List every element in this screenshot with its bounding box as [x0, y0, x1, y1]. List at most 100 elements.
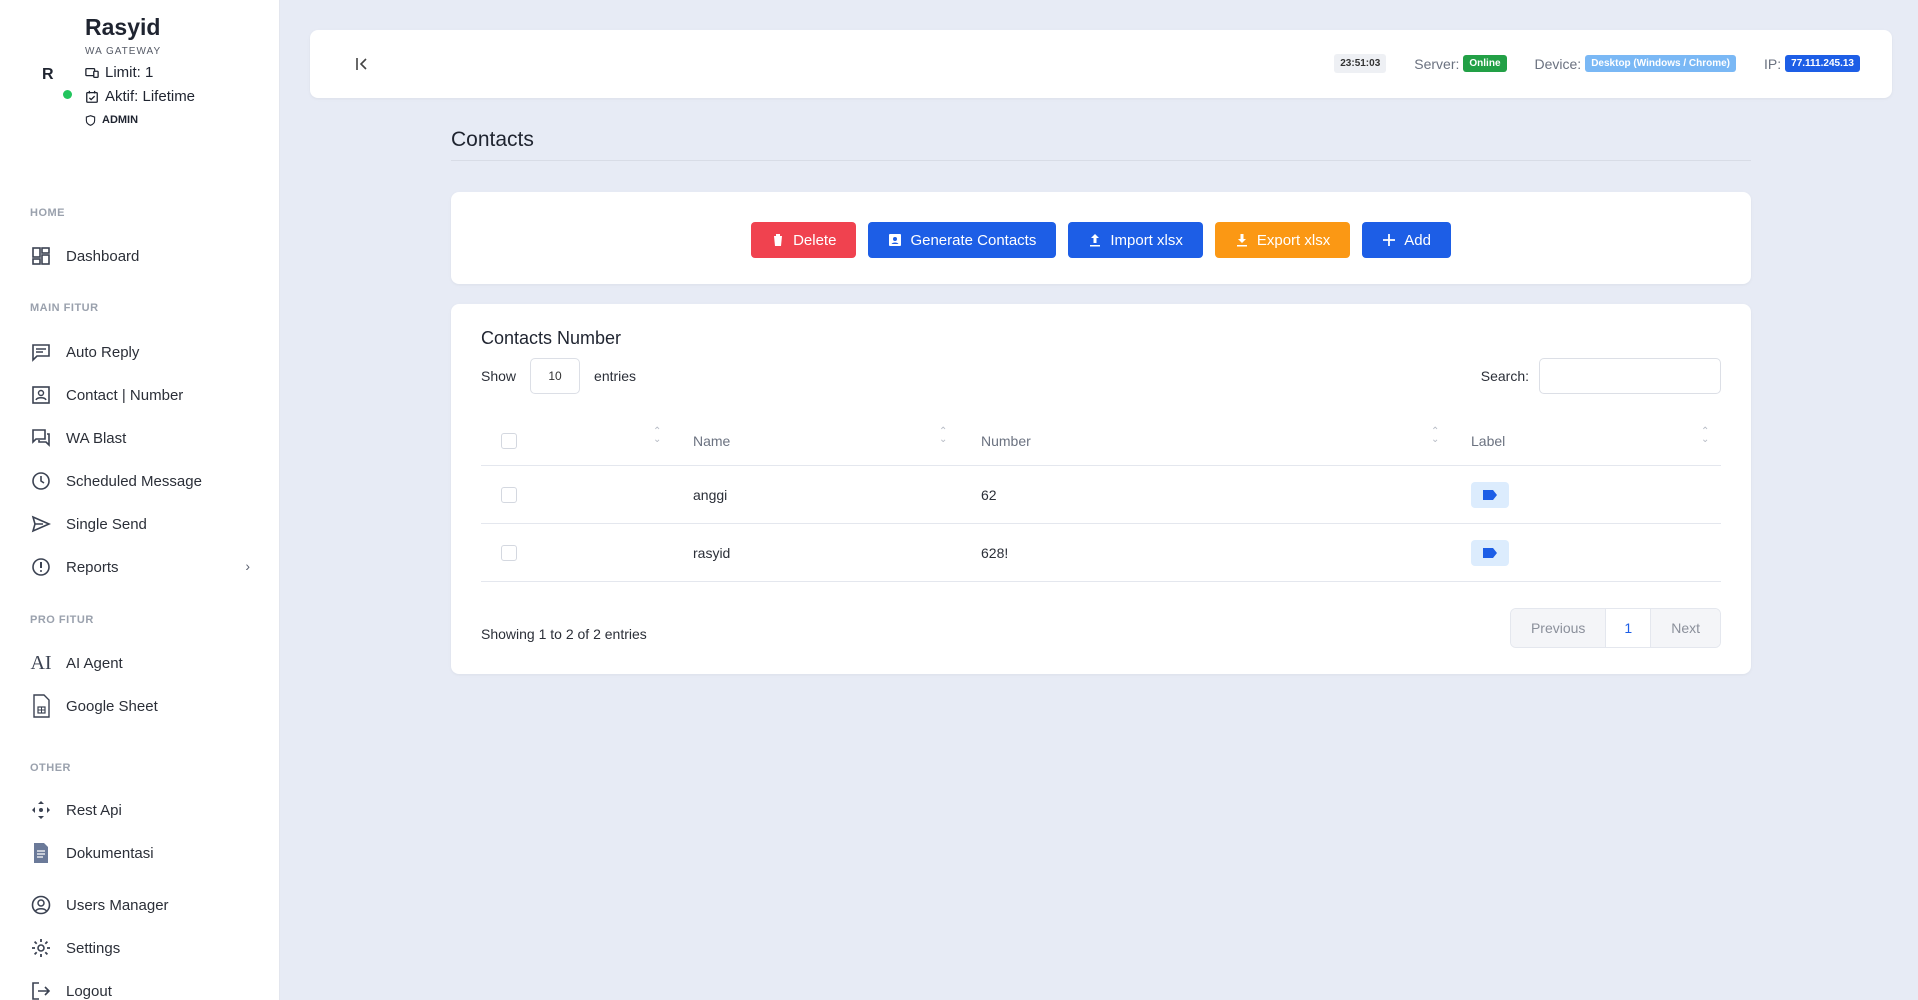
next-page-button[interactable]: Next — [1651, 609, 1720, 647]
message-icon — [30, 341, 52, 363]
delete-button[interactable]: Delete — [751, 222, 857, 258]
row-checkbox[interactable] — [501, 486, 517, 503]
entries-length-control: Show 10 entries — [481, 358, 636, 394]
table-title: Contacts Number — [481, 328, 622, 348]
sidebar-item-label: Logout — [66, 982, 112, 1000]
sidebar-item-label: Dokumentasi — [66, 844, 154, 862]
sidebar-item-users-manager[interactable]: Users Manager — [30, 894, 250, 916]
entries-select[interactable]: 10 — [530, 358, 581, 394]
ip-info: IP: 77.111.245.13 — [1764, 55, 1860, 72]
sidebar-item-contact[interactable]: Contact | Number — [30, 384, 250, 406]
sidebar-item-label: Rest Api — [66, 801, 122, 819]
sidebar-item-label: Reports — [66, 558, 119, 576]
generate-contacts-button[interactable]: Generate Contacts — [868, 222, 1057, 258]
status-bar: 23:51:03 Server: Online Device: Desktop … — [1334, 54, 1860, 73]
search-input[interactable] — [1539, 358, 1721, 394]
clock-icon — [30, 470, 52, 492]
device-info: Device: Desktop (Windows / Chrome) — [1535, 55, 1737, 72]
ai-icon: AI — [30, 651, 52, 674]
column-header-label[interactable]: Label — [1471, 416, 1505, 465]
section-main-fitur: MAIN FITUR — [30, 302, 99, 314]
sort-icon[interactable]: ⌃ ⌄ — [1431, 427, 1439, 445]
calendar-check-icon — [86, 90, 98, 103]
label-tag-button[interactable] — [1471, 539, 1509, 566]
contact-number: 62 — [981, 486, 997, 503]
entries-label: entries — [594, 368, 637, 384]
sidebar-item-label: Single Send — [66, 515, 147, 533]
import-xlsx-label: Import xlsx — [1110, 231, 1183, 249]
contact-icon — [30, 384, 52, 406]
sidebar-item-ai-agent[interactable]: AI AI Agent — [30, 652, 250, 674]
profile-panel: R Rasyid WA GATEWAY Limit: 1 Aktif: Life… — [0, 0, 280, 150]
ip-badge: 77.111.245.13 — [1785, 55, 1860, 72]
profile-subtitle: WA GATEWAY — [85, 46, 162, 57]
contact-name: rasyid — [693, 544, 731, 561]
sidebar-item-label: Google Sheet — [66, 697, 158, 715]
sidebar-item-label: Users Manager — [66, 896, 169, 914]
profile-active-text: Aktif: Lifetime — [105, 88, 196, 105]
sidebar-item-settings[interactable]: Settings — [30, 937, 250, 959]
sidebar-item-single-send[interactable]: Single Send — [30, 513, 250, 535]
profile-role-text: ADMIN — [102, 114, 139, 126]
sidebar: R Rasyid WA GATEWAY Limit: 1 Aktif: Life… — [0, 0, 280, 1000]
tag-icon — [1483, 489, 1497, 500]
pagination: Previous 1 Next — [1509, 608, 1721, 648]
send-icon — [30, 513, 52, 535]
add-button[interactable]: Add — [1362, 222, 1451, 258]
contact-card-icon — [889, 234, 902, 246]
sidebar-item-reports[interactable]: Reports › — [30, 556, 250, 578]
device-label: Device: — [1534, 55, 1582, 72]
sort-icon[interactable]: ⌃ ⌄ — [653, 427, 661, 445]
clock-badge: 23:51:03 — [1334, 54, 1387, 73]
section-home: HOME — [30, 207, 65, 219]
gear-icon — [30, 937, 52, 959]
sidebar-item-label: Auto Reply — [66, 343, 140, 361]
label-tag-button[interactable] — [1471, 481, 1509, 508]
sidebar-item-logout[interactable]: Logout — [30, 980, 250, 1000]
label-cell — [1471, 466, 1509, 523]
profile-limit-text: Limit: 1 — [105, 64, 154, 81]
profile-active: Aktif: Lifetime — [85, 88, 195, 105]
select-all-checkbox[interactable] — [501, 432, 517, 449]
contact-number: 628! — [981, 544, 1009, 561]
label-cell — [1471, 524, 1509, 581]
sort-icon[interactable]: ⌃ ⌄ — [939, 427, 947, 445]
column-header-number[interactable]: Number — [981, 416, 1031, 465]
sidebar-item-auto-reply[interactable]: Auto Reply — [30, 341, 250, 363]
select-all-cell — [501, 416, 517, 465]
column-header-name[interactable]: Name — [693, 416, 730, 465]
export-xlsx-button[interactable]: Export xlsx — [1214, 222, 1351, 258]
avatar: R — [42, 66, 54, 83]
profile-limit: Limit: 1 — [85, 64, 153, 81]
previous-page-button[interactable]: Previous — [1510, 609, 1607, 647]
sidebar-item-rest-api[interactable]: Rest Api — [30, 799, 250, 821]
chevron-right-icon: › — [245, 558, 250, 574]
show-label: Show — [481, 368, 517, 384]
sidebar-item-google-sheet[interactable]: Google Sheet — [30, 694, 250, 718]
sidebar-item-dashboard[interactable]: Dashboard — [30, 245, 250, 267]
plus-icon — [1383, 234, 1396, 246]
add-button-label: Add — [1404, 231, 1431, 249]
collapse-left-icon[interactable] — [350, 52, 374, 76]
alert-circle-icon — [30, 556, 52, 578]
shield-icon — [85, 114, 96, 126]
sidebar-item-label: Contact | Number — [66, 386, 184, 404]
page-1-button[interactable]: 1 — [1606, 609, 1652, 647]
sidebar-item-dokumentasi[interactable]: Dokumentasi — [30, 842, 250, 864]
section-pro-fitur: PRO FITUR — [30, 614, 94, 626]
device-badge: Desktop (Windows / Chrome) — [1585, 55, 1737, 72]
row-select-cell — [501, 466, 517, 523]
sheet-icon — [30, 694, 52, 718]
sidebar-item-label: Scheduled Message — [66, 472, 202, 490]
profile-role: ADMIN — [85, 114, 138, 126]
sidebar-item-wa-blast[interactable]: WA Blast — [30, 427, 250, 449]
table-search: Search: — [1481, 358, 1721, 394]
server-status: Server: Online — [1414, 55, 1507, 72]
download-icon — [1236, 234, 1247, 247]
row-checkbox[interactable] — [501, 544, 517, 561]
dashboard-icon — [30, 245, 52, 267]
import-xlsx-button[interactable]: Import xlsx — [1068, 222, 1203, 258]
sort-icon[interactable]: ⌃ ⌄ — [1701, 427, 1709, 445]
server-status-badge: Online — [1463, 55, 1507, 72]
sidebar-item-scheduled-message[interactable]: Scheduled Message — [30, 470, 250, 492]
